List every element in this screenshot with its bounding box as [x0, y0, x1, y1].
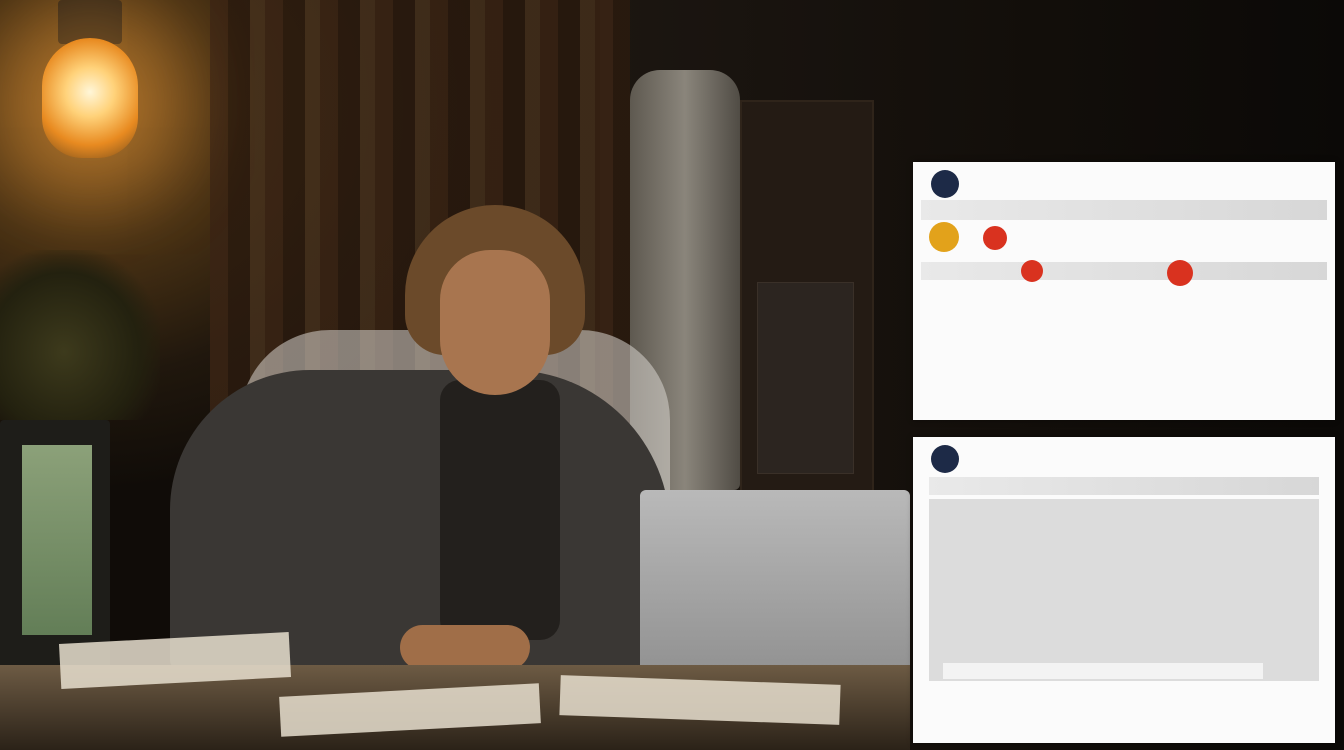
person-face — [440, 250, 550, 395]
coin-icon — [929, 222, 959, 252]
card-band — [921, 262, 1327, 280]
card-band — [943, 663, 1263, 679]
laptop — [640, 490, 910, 685]
monitor-screen — [22, 445, 92, 635]
light-bulb — [42, 38, 138, 158]
plant — [0, 250, 160, 420]
badge-icon — [1021, 260, 1043, 282]
receipt-card-2 — [913, 437, 1335, 743]
monitor — [0, 420, 110, 670]
receipt-card-1 — [913, 162, 1335, 420]
person-hand — [400, 625, 530, 670]
card-band — [921, 200, 1327, 220]
card-band — [929, 477, 1319, 495]
badge-icon — [1167, 260, 1193, 286]
details-panel — [929, 499, 1319, 681]
cabinet-door — [757, 282, 854, 474]
avatar — [931, 445, 959, 473]
badge-icon — [983, 226, 1007, 250]
cabinet — [740, 100, 874, 504]
avatar — [931, 170, 959, 198]
photo-scene — [0, 0, 1344, 750]
person-scarf — [440, 380, 560, 640]
